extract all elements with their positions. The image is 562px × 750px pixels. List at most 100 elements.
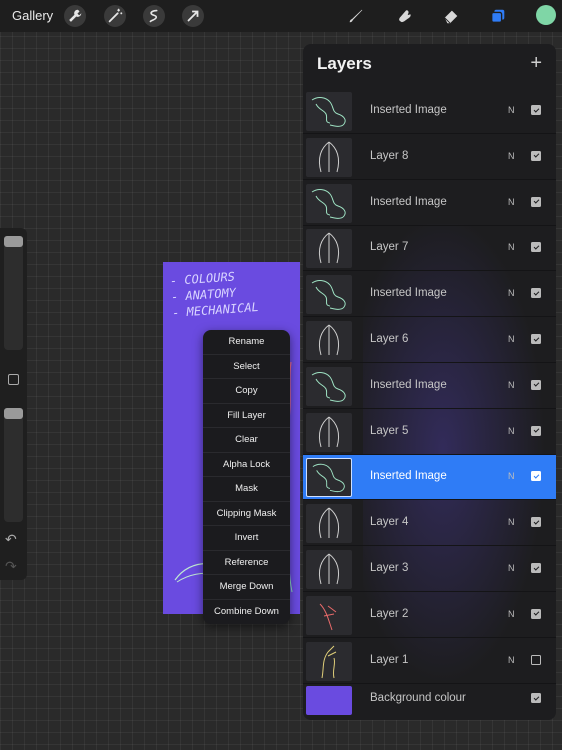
blend-mode-button[interactable]: N [508,242,515,252]
layer-row[interactable]: Layer 3 N [303,547,556,592]
smudge-icon[interactable] [394,5,416,27]
menu-item-copy[interactable]: Copy [203,379,290,404]
layer-name: Layer 4 [370,516,409,529]
layer-thumbnail[interactable] [306,229,352,269]
redo-icon[interactable]: ↷ [5,558,17,575]
layer-thumbnail[interactable] [306,595,352,635]
layer-thumbnail[interactable] [306,137,352,177]
layer-row[interactable]: Inserted Image N [303,89,556,134]
blend-mode-button[interactable]: N [508,609,515,619]
layer-thumbnail[interactable] [306,92,352,131]
blend-mode-button[interactable]: N [508,655,515,665]
visibility-checkbox[interactable] [531,379,541,390]
visibility-checkbox[interactable] [531,654,541,665]
visibility-checkbox[interactable] [531,288,541,299]
undo-icon[interactable]: ↶ [5,531,17,548]
visibility-checkbox[interactable] [531,517,541,528]
layer-name: Background colour [370,692,466,704]
blend-mode-button[interactable]: N [508,334,515,344]
eraser-icon[interactable] [440,5,462,27]
menu-item-combine-down[interactable]: Combine Down [203,600,290,625]
brush-size-slider-thumb[interactable] [4,236,23,247]
left-sidebar: ↶ ↷ [0,228,27,580]
blend-mode-button[interactable]: N [508,288,515,298]
menu-item-select[interactable]: Select [203,355,290,379]
layer-thumbnail[interactable] [306,321,352,360]
add-layer-button[interactable]: + [530,52,542,75]
opacity-slider-thumb[interactable] [4,408,23,419]
layer-name: Layer 2 [370,607,409,620]
layer-thumbnail[interactable] [306,458,352,498]
menu-item-clipping-mask[interactable]: Clipping Mask [203,502,290,526]
layer-row[interactable]: Inserted Image N [303,455,556,501]
background-colour-swatch[interactable] [306,686,352,715]
magic-wand-icon[interactable] [104,5,126,27]
opacity-slider[interactable] [4,408,23,522]
layers-icon[interactable] [487,5,509,27]
layer-name: Inserted Image [370,104,447,116]
layer-thumbnail[interactable] [306,183,352,223]
layer-options-menu: Rename Select Copy Fill Layer Clear Alph… [203,330,290,624]
layer-thumbnail[interactable] [306,366,352,406]
visibility-checkbox[interactable] [531,563,541,573]
menu-item-mask[interactable]: Mask [203,477,290,502]
blend-mode-button[interactable]: N [508,517,515,527]
visibility-checkbox[interactable] [531,242,541,253]
layer-row[interactable]: Layer 2 N [303,593,556,638]
layer-row[interactable]: Inserted Image N [303,364,556,409]
layers-title: Layers [317,54,372,73]
visibility-checkbox[interactable] [531,425,541,436]
blend-mode-button[interactable]: N [508,105,515,115]
layer-thumbnail[interactable] [306,412,352,452]
blend-mode-button[interactable]: N [508,151,515,161]
layer-thumbnail[interactable] [306,275,352,315]
layer-thumbnail[interactable] [306,550,352,589]
layer-row[interactable]: Layer 5 N [303,410,556,455]
layer-name: Layer 3 [370,562,409,574]
transform-arrow-icon[interactable] [182,5,204,27]
layer-row[interactable]: Layer 7 N [303,226,556,272]
visibility-checkbox[interactable] [531,105,541,115]
menu-item-invert[interactable]: Invert [203,526,290,551]
blend-mode-button[interactable]: N [508,197,515,207]
layer-thumbnail[interactable] [306,504,352,544]
layer-name: Inserted Image [370,378,447,391]
layer-thumbnail[interactable] [306,641,352,681]
visibility-checkbox[interactable] [531,693,541,703]
brush-icon[interactable] [345,5,367,27]
layer-name: Layer 1 [370,653,409,666]
visibility-checkbox[interactable] [531,334,541,344]
menu-item-fill-layer[interactable]: Fill Layer [203,404,290,428]
modify-button[interactable] [8,374,19,385]
brush-size-slider[interactable] [4,236,23,350]
menu-item-clear[interactable]: Clear [203,428,290,453]
menu-item-reference[interactable]: Reference [203,551,290,575]
layer-row[interactable]: Layer 1 N [303,639,556,684]
layer-row[interactable]: Layer 6 N [303,318,556,363]
layers-panel: Layers + Inserted Image N Layer 8 N Inserted… [303,44,556,720]
blend-mode-button[interactable]: N [508,563,515,573]
selection-icon[interactable] [143,5,165,27]
layer-row[interactable]: Inserted Image N [303,272,556,318]
color-picker-swatch[interactable] [536,5,556,25]
menu-item-merge-down[interactable]: Merge Down [203,575,290,600]
layer-name: Layer 5 [370,424,409,437]
layer-name: Layer 6 [370,333,409,345]
visibility-checkbox[interactable] [531,150,541,161]
blend-mode-button[interactable]: N [508,380,515,390]
visibility-checkbox[interactable] [531,471,541,482]
layer-name: Inserted Image [370,195,447,208]
menu-item-alpha-lock[interactable]: Alpha Lock [203,453,290,477]
visibility-checkbox[interactable] [531,608,541,619]
visibility-checkbox[interactable] [531,196,541,207]
top-toolbar: Gallery [0,0,562,32]
gallery-button[interactable]: Gallery [12,8,53,23]
layer-row[interactable]: Layer 4 N [303,501,556,547]
menu-item-rename[interactable]: Rename [203,330,290,355]
background-colour-layer[interactable]: Background colour [303,680,556,720]
layer-row[interactable]: Layer 8 N [303,135,556,180]
wrench-icon[interactable] [64,5,86,27]
blend-mode-button[interactable]: N [508,471,515,481]
blend-mode-button[interactable]: N [508,426,515,436]
layer-row[interactable]: Inserted Image N [303,181,556,226]
